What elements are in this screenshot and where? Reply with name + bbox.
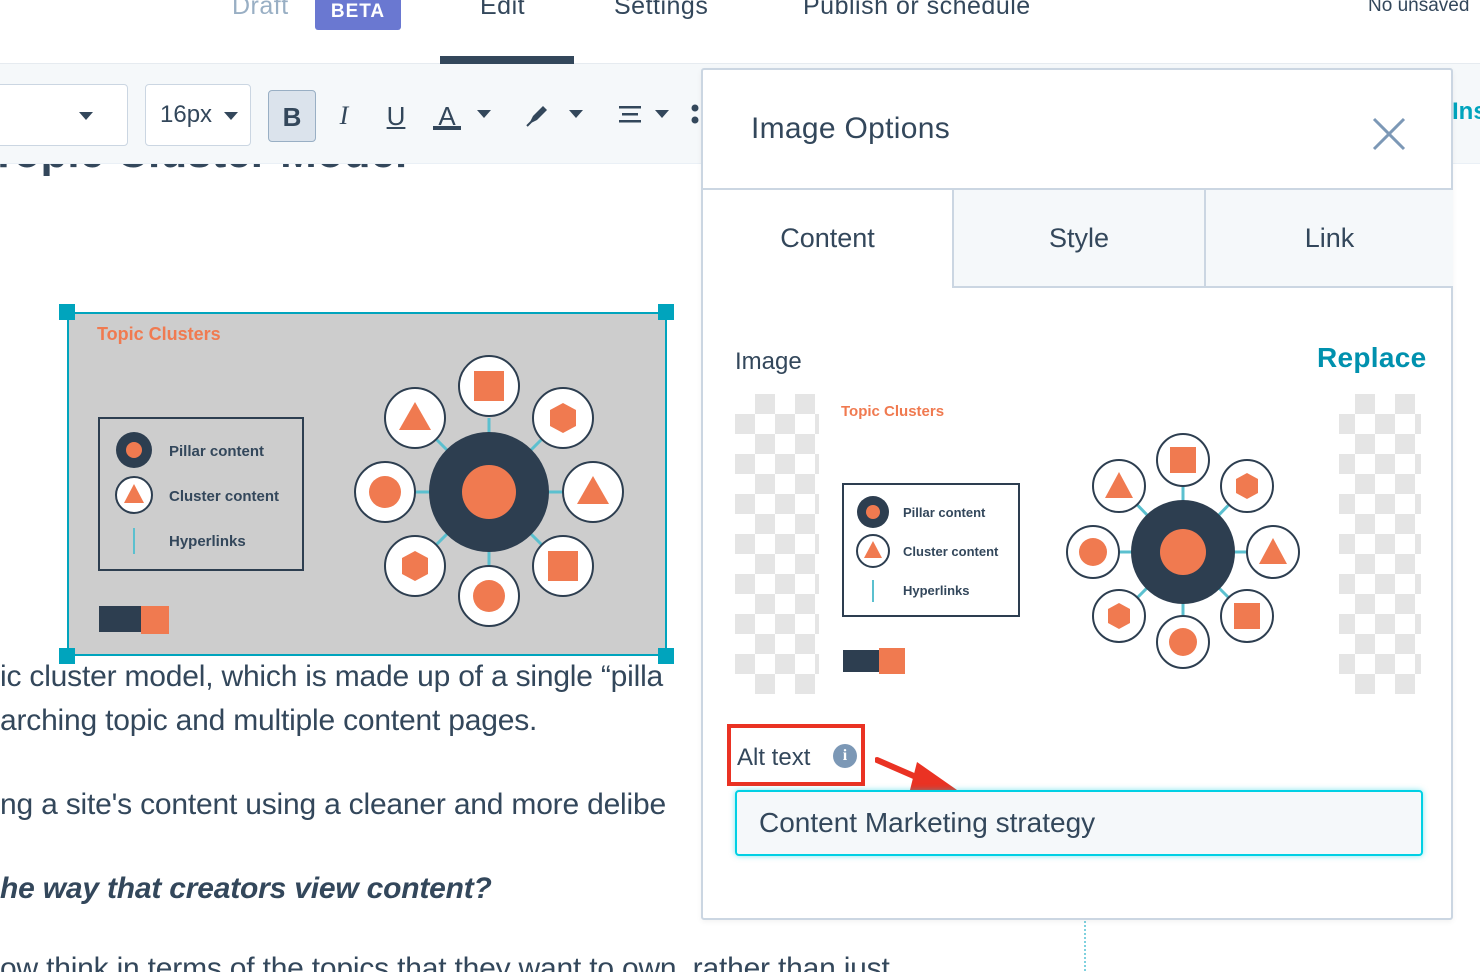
- tab-settings[interactable]: Settings: [614, 0, 708, 21]
- body-subheading[interactable]: he way that creators view content?: [0, 872, 492, 906]
- alt-text-label: Alt text: [737, 744, 811, 771]
- bold-button[interactable]: B: [268, 90, 316, 142]
- close-icon[interactable]: [1369, 114, 1409, 154]
- topic-clusters-diagram: Topic Clusters Pillar content Cluster co…: [97, 324, 624, 634]
- panel-title: Image Options: [751, 112, 951, 145]
- tab-content[interactable]: Content: [703, 190, 952, 288]
- image-preview: Topic Clusters Pillar content Cluster co…: [735, 394, 1421, 694]
- body-text[interactable]: ng a site's content using a cleaner and …: [0, 788, 666, 822]
- resize-handle-top-right[interactable]: [658, 304, 674, 320]
- body-text[interactable]: arching topic and multiple content pages…: [0, 704, 537, 738]
- body-text[interactable]: ic cluster model, which is made up of a …: [0, 660, 663, 694]
- replace-link[interactable]: Replace: [1317, 342, 1427, 374]
- body-text[interactable]: ow think in terms of the topics that the…: [0, 952, 890, 972]
- tab-style[interactable]: Style: [952, 190, 1204, 288]
- column-guide: [1084, 918, 1086, 972]
- font-size-select[interactable]: 16px: [145, 84, 251, 146]
- thumbnail-legend-hyperlinks: Hyperlinks: [903, 583, 969, 598]
- chevron-down-icon: [224, 112, 238, 120]
- more-options-button[interactable]: [688, 90, 702, 142]
- active-tab-indicator: [440, 56, 574, 64]
- chevron-down-icon[interactable]: [569, 110, 583, 118]
- figure-title: Topic Clusters: [97, 324, 221, 344]
- align-button[interactable]: [616, 90, 644, 142]
- topic-clusters-thumbnail: Topic Clusters Pillar content Cluster co…: [841, 403, 1300, 674]
- resize-handle-top-left[interactable]: [59, 304, 75, 320]
- draft-label: Draft: [232, 0, 289, 20]
- legend-cluster: Cluster content: [169, 488, 279, 505]
- save-status: No unsaved: [1368, 0, 1470, 16]
- text-color-indicator: [433, 126, 461, 130]
- more-icon: [691, 104, 699, 124]
- image-options-panel: Image Options Content Style Link Image R…: [701, 68, 1453, 920]
- legend-pillar: Pillar content: [169, 443, 264, 460]
- chevron-down-icon[interactable]: [655, 110, 669, 118]
- thumbnail-legend-pillar: Pillar content: [903, 505, 986, 520]
- align-icon: [619, 106, 641, 123]
- italic-button[interactable]: I: [330, 90, 358, 142]
- font-size-value: 16px: [160, 101, 213, 128]
- alt-text-input[interactable]: [735, 790, 1423, 856]
- tab-edit[interactable]: Edit: [480, 0, 525, 21]
- underline-button[interactable]: U: [382, 90, 410, 142]
- tab-link[interactable]: Link: [1204, 190, 1453, 288]
- preview-image: Topic Clusters Pillar content Cluster co…: [819, 394, 1339, 694]
- beta-badge: BETA: [315, 0, 401, 30]
- pen-icon: [526, 106, 547, 127]
- text-color-button[interactable]: A: [432, 90, 462, 142]
- chevron-down-icon: [79, 112, 93, 120]
- insert-button[interactable]: Inser: [1452, 98, 1480, 126]
- page-editor: { "nav": { "draft_label": "Draft", "beta…: [0, 0, 1480, 972]
- image-label: Image: [735, 348, 802, 375]
- info-icon[interactable]: i: [833, 744, 857, 768]
- thumbnail-title: Topic Clusters: [841, 403, 944, 420]
- paragraph-style-select[interactable]: [0, 84, 128, 146]
- highlight-button[interactable]: [524, 90, 552, 142]
- selected-image[interactable]: Topic Clusters Pillar content Cluster co…: [67, 312, 667, 656]
- top-nav: Draft BETA Edit Settings Publish or sche…: [0, 0, 1480, 64]
- chevron-down-icon[interactable]: [477, 110, 491, 118]
- legend-hyperlinks: Hyperlinks: [169, 533, 246, 550]
- tab-publish[interactable]: Publish or schedule: [803, 0, 1031, 21]
- thumbnail-legend-cluster: Cluster content: [903, 544, 999, 559]
